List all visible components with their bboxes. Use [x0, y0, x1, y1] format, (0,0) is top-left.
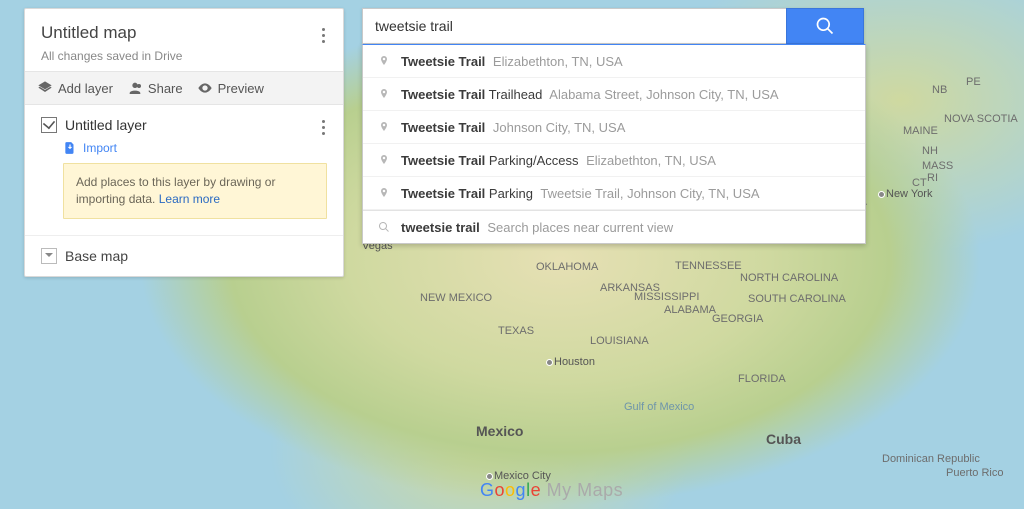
search-input[interactable] — [362, 8, 786, 44]
suggestion-extra: Parking/Access — [485, 153, 578, 168]
suggestion-extra: Trailhead — [485, 87, 542, 102]
search-icon — [377, 219, 391, 235]
import-label: Import — [83, 141, 117, 155]
layer-visibility-checkbox[interactable] — [41, 117, 57, 133]
chevron-down-icon — [41, 248, 57, 264]
suggestion-item[interactable]: Tweetsie Trail Parking/Access Elizabetht… — [363, 144, 865, 177]
map-title[interactable]: Untitled map — [41, 23, 327, 43]
base-map-row[interactable]: Base map — [25, 236, 343, 276]
learn-more-link[interactable]: Learn more — [159, 192, 220, 206]
suggestion-main: tweetsie trail — [401, 220, 480, 235]
suggestion-item[interactable]: Tweetsie Trail Elizabethton, TN, USA — [363, 45, 865, 78]
share-button[interactable]: Share — [127, 80, 183, 96]
suggestion-main: Tweetsie Trail — [401, 186, 485, 201]
kebab-icon — [322, 126, 325, 129]
import-link[interactable]: Import — [63, 141, 327, 155]
suggestion-location: Alabama Street, Johnson City, TN, USA — [546, 87, 778, 102]
layer-block: Untitled layer Import Add places to this… — [25, 105, 343, 236]
city-dot — [486, 473, 493, 480]
preview-button[interactable]: Preview — [197, 80, 264, 96]
pin-icon — [377, 86, 391, 102]
layer-row[interactable]: Untitled layer — [41, 117, 327, 133]
suggestion-item[interactable]: Tweetsie Trail Parking Tweetsie Trail, J… — [363, 177, 865, 210]
import-icon — [63, 141, 77, 155]
pin-icon — [377, 53, 391, 69]
share-label: Share — [148, 81, 183, 96]
city-dot — [878, 191, 885, 198]
layer-hint: Add places to this layer by drawing or i… — [63, 163, 327, 219]
base-map-label: Base map — [65, 248, 128, 264]
add-layer-button[interactable]: Add layer — [37, 80, 113, 96]
pin-icon — [377, 152, 391, 168]
suggestion-main: Tweetsie Trail — [401, 54, 485, 69]
suggestion-location: Search places near current view — [484, 220, 673, 235]
search-suggestions: Tweetsie Trail Elizabethton, TN, USATwee… — [362, 44, 866, 244]
suggestion-item[interactable]: tweetsie trail Search places near curren… — [363, 210, 865, 243]
panel-toolbar: Add layer Share Preview — [25, 71, 343, 105]
preview-label: Preview — [218, 81, 264, 96]
suggestion-item[interactable]: Tweetsie Trail Johnson City, TN, USA — [363, 111, 865, 144]
suggestion-location: Elizabethton, TN, USA — [489, 54, 622, 69]
suggestion-extra: Parking — [485, 186, 533, 201]
city-dot — [546, 359, 553, 366]
suggestion-item[interactable]: Tweetsie Trail Trailhead Alabama Street,… — [363, 78, 865, 111]
pin-icon — [377, 119, 391, 135]
suggestion-main: Tweetsie Trail — [401, 153, 485, 168]
suggestion-location: Johnson City, TN, USA — [489, 120, 625, 135]
save-status: All changes saved in Drive — [41, 49, 327, 63]
kebab-icon — [322, 34, 325, 37]
panel-menu-button[interactable] — [311, 23, 335, 47]
suggestion-main: Tweetsie Trail — [401, 120, 485, 135]
layer-name: Untitled layer — [65, 117, 147, 133]
share-icon — [127, 80, 143, 96]
suggestion-location: Elizabethton, TN, USA — [583, 153, 716, 168]
eye-icon — [197, 80, 213, 96]
pin-icon — [377, 185, 391, 201]
search-button[interactable] — [786, 8, 864, 44]
suggestion-main: Tweetsie Trail — [401, 87, 485, 102]
search-bar — [362, 8, 864, 44]
map-side-panel: Untitled map All changes saved in Drive … — [24, 8, 344, 277]
layers-icon — [37, 80, 53, 96]
suggestion-location: Tweetsie Trail, Johnson City, TN, USA — [537, 186, 760, 201]
add-layer-label: Add layer — [58, 81, 113, 96]
search-icon — [815, 16, 835, 36]
layer-menu-button[interactable] — [311, 115, 335, 139]
